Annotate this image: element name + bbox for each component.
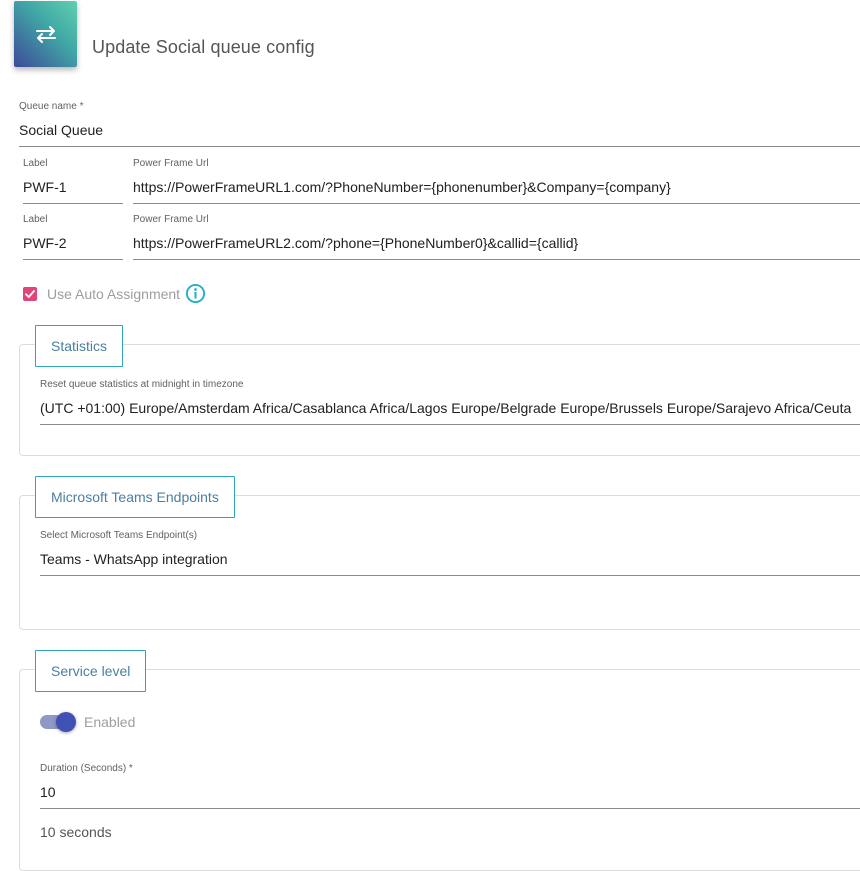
swap-arrows-glyph [35,26,56,43]
power-frame-label-caption: Label [23,158,48,169]
power-frame-1-url-field[interactable]: Power Frame Url https://PowerFrameURL1.c… [133,158,860,204]
auto-assignment-row: Use Auto Assignment [23,283,206,304]
power-frame-label-caption: Label [23,214,48,225]
toggle-label: Enabled [84,714,136,730]
power-frame-1-url-input[interactable]: https://PowerFrameURL1.com/?PhoneNumber=… [133,178,860,204]
teams-section-title: Microsoft Teams Endpoints [35,476,235,518]
power-frame-url-caption: Power Frame Url [133,214,209,225]
page-title: Update Social queue config [92,37,315,57]
statistics-section-title: Statistics [35,325,124,367]
toggle-thumb[interactable] [56,712,76,732]
service-level-toggle[interactable] [40,712,76,732]
power-frame-2-label-input[interactable]: PWF-2 [23,234,123,260]
timezone-label: Reset queue statistics at midnight in ti… [40,379,244,390]
checkmark-icon [25,289,35,298]
power-frame-url-caption: Power Frame Url [133,158,209,169]
timezone-select[interactable]: (UTC +01:00) Europe/Amsterdam Africa/Cas… [40,399,860,425]
queue-name-input[interactable]: Social Queue [19,121,860,147]
duration-label: Duration (Seconds) * [40,763,133,774]
power-frame-2-url-field[interactable]: Power Frame Url https://PowerFrameURL2.c… [133,214,860,260]
power-frame-2-url-input[interactable]: https://PowerFrameURL2.com/?phone={Phone… [133,234,860,260]
info-icon[interactable] [185,283,206,304]
timezone-field[interactable]: Reset queue statistics at midnight in ti… [40,379,860,425]
service-level-section-title: Service level [35,650,147,692]
power-frame-2-label-field[interactable]: Label PWF-2 [23,214,123,260]
auto-assignment-label[interactable]: Use Auto Assignment [47,286,180,302]
teams-endpoint-field[interactable]: Select Microsoft Teams Endpoint(s) Teams… [40,530,860,576]
duration-input[interactable]: 10 [40,783,860,809]
duration-field[interactable]: Duration (Seconds) * 10 [40,763,860,809]
power-frame-1-label-input[interactable]: PWF-1 [23,178,123,204]
auto-assignment-checkbox[interactable] [23,286,37,301]
swap-arrows-icon [14,1,77,67]
teams-endpoint-select[interactable]: Teams - WhatsApp integration [40,550,860,576]
queue-name-field[interactable]: Queue name * Social Queue [19,101,860,147]
service-level-toggle-row: Enabled [40,712,136,732]
duration-hint: 10 seconds [40,824,112,840]
power-frame-1-label-field[interactable]: Label PWF-1 [23,158,123,204]
teams-endpoint-label: Select Microsoft Teams Endpoint(s) [40,530,198,541]
queue-name-label: Queue name * [19,101,84,112]
